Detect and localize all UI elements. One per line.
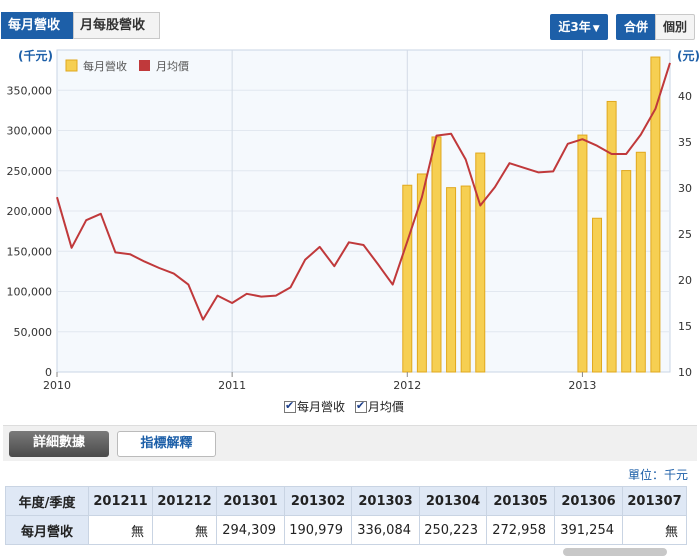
table-row: 每月營收 無 無 294,309 190,979 336,084 250,223… — [5, 515, 687, 545]
table-header-cell: 年度/季度 — [5, 486, 89, 516]
series-toggle-legend: 每月營收 月均價 — [284, 398, 410, 415]
right-tick-label: 25 — [678, 228, 692, 241]
revenue-bar — [475, 152, 486, 373]
detail-data-tab[interactable]: 詳細數據 — [9, 431, 109, 457]
left-tick-label: 350,000 — [7, 84, 53, 97]
right-tick-label: 20 — [678, 274, 692, 287]
table-header-cell: 201302 — [284, 486, 352, 516]
toggle-revenue[interactable]: 每月營收 — [284, 399, 346, 414]
revenue-bar — [592, 217, 603, 373]
tab-monthly-revenue[interactable]: 每月營收 — [1, 12, 73, 39]
left-tick-label: 150,000 — [7, 245, 53, 258]
left-axis-unit: (千元) — [18, 48, 53, 63]
legend-label-revenue: 每月營收 — [83, 59, 127, 73]
table-header-cell: 201211 — [88, 486, 153, 516]
right-tick-label: 35 — [678, 136, 692, 149]
table-header-cell: 201303 — [351, 486, 420, 516]
checkbox-icon[interactable] — [284, 399, 296, 413]
table-cell: 無 — [88, 515, 153, 545]
toggle-price[interactable]: 月均價 — [354, 399, 404, 414]
right-tick-label: 40 — [678, 90, 692, 103]
right-tick-label: 30 — [678, 182, 692, 195]
table-header-cell: 201301 — [216, 486, 285, 516]
table-cell: 272,958 — [486, 515, 555, 545]
x-tick-label: 2012 — [393, 379, 421, 392]
revenue-bar — [460, 185, 471, 373]
revenue-table: 年度/季度 201211 201212 201301 201302 201303… — [5, 486, 687, 545]
table-cell: 無 — [622, 515, 687, 545]
table-header-cell: 201306 — [554, 486, 623, 516]
tab-monthly-eps-revenue[interactable]: 月每股營收 — [73, 12, 160, 39]
individual-button[interactable]: 個別 — [655, 14, 695, 40]
x-tick-label: 2011 — [218, 379, 246, 392]
table-cell: 336,084 — [351, 515, 420, 545]
table-cell: 250,223 — [419, 515, 487, 545]
table-header-cell: 201212 — [152, 486, 217, 516]
caret-down-icon: ▼ — [592, 24, 600, 34]
revenue-bar — [621, 170, 632, 373]
revenue-bar — [446, 187, 457, 373]
x-tick-label: 2010 — [43, 379, 71, 392]
row-label: 每月營收 — [5, 515, 89, 545]
table-cell: 294,309 — [216, 515, 285, 545]
checkbox-icon[interactable] — [354, 399, 367, 413]
horizontal-scrollbar[interactable] — [563, 548, 667, 556]
left-tick-label: 50,000 — [14, 326, 53, 339]
right-tick-label: 10 — [678, 366, 692, 379]
legend-swatch-price — [139, 60, 150, 71]
left-tick-label: 300,000 — [7, 125, 53, 138]
range-label: 近3年 — [558, 20, 591, 34]
indicator-explain-tab[interactable]: 指標解釋 — [117, 431, 216, 457]
table-cell: 190,979 — [284, 515, 352, 545]
left-tick-label: 100,000 — [7, 286, 53, 299]
table-cell: 391,254 — [554, 515, 623, 545]
toggle-revenue-label: 每月營收 — [297, 400, 346, 414]
right-axis-unit: (元) — [677, 49, 700, 63]
revenue-bar — [606, 100, 617, 373]
table-header-row: 年度/季度 201211 201212 201301 201302 201303… — [5, 486, 687, 516]
consolidated-button[interactable]: 合併 — [616, 14, 656, 40]
revenue-bar — [402, 184, 413, 373]
unit-label: 單位：千元 — [627, 468, 688, 482]
legend-label-price: 月均價 — [156, 59, 189, 73]
revenue-bar — [635, 151, 646, 373]
toggle-price-label: 月均價 — [367, 400, 404, 414]
left-tick-label: 200,000 — [7, 205, 53, 218]
range-dropdown[interactable]: 近3年 ▼ — [550, 14, 608, 40]
table-header-cell: 201305 — [486, 486, 555, 516]
chart-toolbar: 每月營收 月每股營收 近3年 ▼ 合併 個別 — [0, 0, 700, 44]
table-cell: 無 — [152, 515, 217, 545]
revenue-chart: 0 50,000 100,000 150,000 200,000 250,000 300,0… — [7, 48, 700, 392]
table-header-cell: 201304 — [419, 486, 487, 516]
legend-swatch-revenue — [65, 59, 78, 72]
right-tick-label: 15 — [678, 320, 692, 333]
left-tick-label: 250,000 — [7, 165, 53, 178]
revenue-bar — [577, 134, 588, 373]
revenue-bar — [431, 136, 442, 373]
left-tick-label: 0 — [45, 366, 52, 379]
table-header-cell: 201307 — [622, 486, 687, 516]
x-tick-label: 2013 — [568, 379, 596, 392]
revenue-bar — [650, 56, 661, 373]
